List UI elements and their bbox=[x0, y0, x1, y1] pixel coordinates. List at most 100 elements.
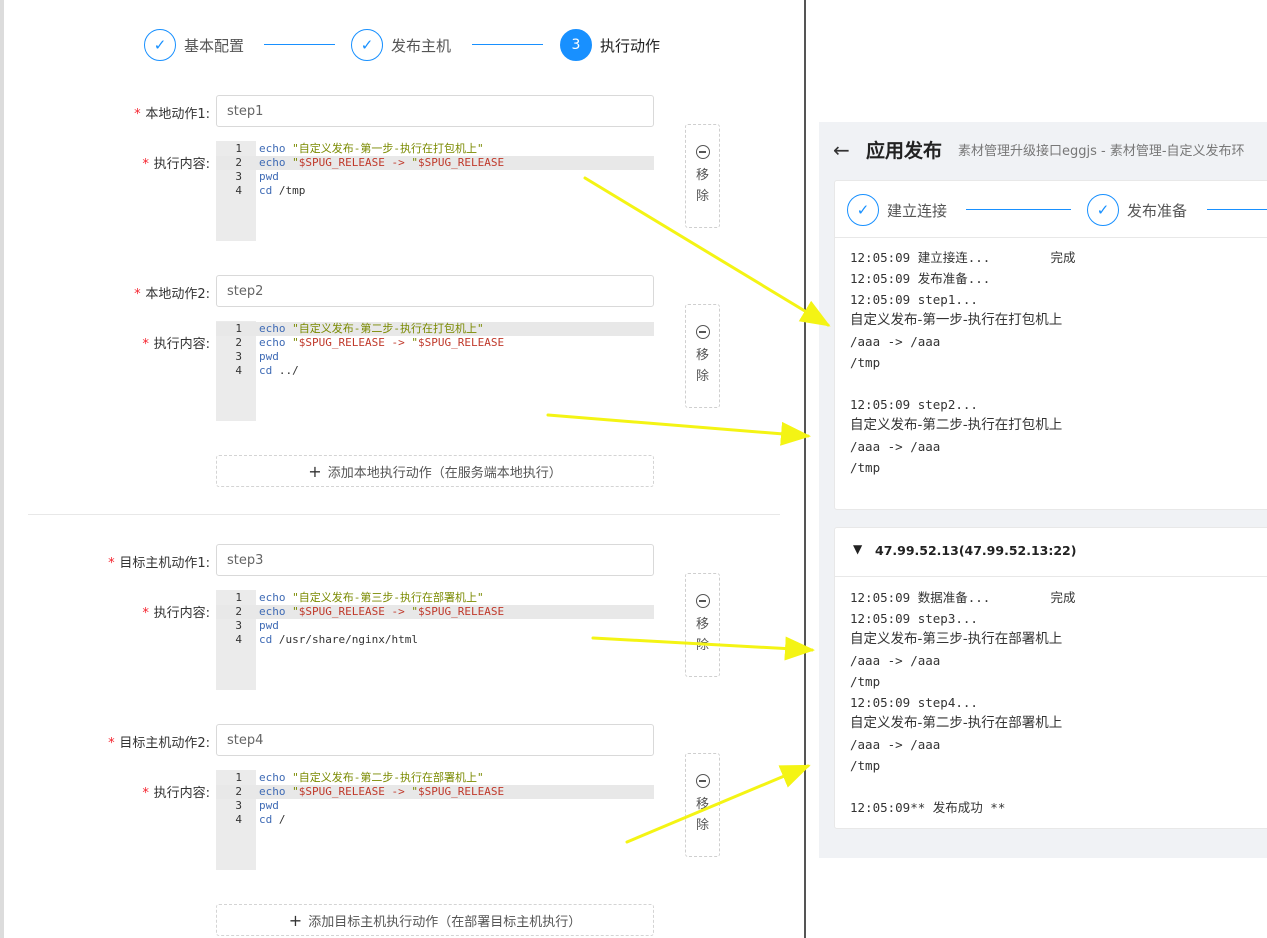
page-subtitle: 素材管理升级接口eggjs - 素材管理-自定义发布环 bbox=[958, 144, 1245, 159]
code-editor[interactable]: 1 echo "自定义发布-第二步-执行在打包机上" 2 echo "$SPUG_RE… bbox=[216, 321, 654, 421]
code-editor[interactable]: 1 echo "自定义发布-第三步-执行在部署机上" 2 echo "$SPUG_RE… bbox=[216, 590, 654, 690]
code-line: 1 echo "自定义发布-第二步-执行在部署机上" bbox=[216, 771, 654, 785]
step-title: 发布准备 bbox=[1127, 201, 1188, 220]
remove-label: 移除 bbox=[695, 617, 709, 653]
line-number: 3 bbox=[235, 170, 242, 183]
log-line: /aaa -> /aaa bbox=[850, 334, 941, 349]
minus-circle-icon bbox=[695, 325, 710, 339]
minus-circle-icon bbox=[695, 594, 710, 608]
log-line: /aaa -> /aaa bbox=[850, 737, 941, 752]
target-action-2-label: * 目标主机动作2: bbox=[107, 736, 210, 751]
check-icon: ✓ bbox=[144, 29, 176, 61]
log-line: 12:05:09 数据准备... 完成 bbox=[850, 590, 1076, 605]
line-number: 2 bbox=[235, 785, 242, 798]
back-arrow-icon[interactable]: ← bbox=[833, 138, 850, 162]
code-text: pwd bbox=[259, 170, 279, 183]
add-local-label: 添加本地执行动作（在服务端本地执行） bbox=[327, 465, 562, 481]
code-line: 3 pwd bbox=[216, 170, 654, 184]
log-line: 12:05:09** 发布成功 ** bbox=[850, 800, 1006, 815]
code-text: echo "$SPUG_RELEASE -> "$SPUG_RELEASE bbox=[259, 336, 505, 349]
remove-button[interactable]: 移除 bbox=[685, 304, 720, 408]
remove-button[interactable]: 移除 bbox=[685, 573, 720, 677]
add-target-action-button[interactable]: + 添加目标主机执行动作（在部署目标主机执行） bbox=[216, 904, 654, 936]
code-text: pwd bbox=[259, 350, 279, 363]
remove-button[interactable]: 移除 bbox=[685, 753, 720, 857]
local-log: 12:05:09 建立接连... 完成 12:05:09 发布准备... 12:05… bbox=[850, 247, 1076, 478]
step-publish-hosts: ✓ 发布主机 bbox=[351, 28, 451, 62]
plus-icon: + bbox=[288, 910, 303, 930]
code-text: cd /usr/share/nginx/html bbox=[259, 633, 418, 646]
line-number: 1 bbox=[235, 142, 242, 155]
local-action-1-input[interactable]: step1 bbox=[216, 95, 654, 127]
host-title[interactable]: 47.99.52.13(47.99.52.13:22) bbox=[875, 543, 1076, 558]
card-divider bbox=[835, 237, 1267, 238]
code-editor[interactable]: 1 echo "自定义发布-第一步-执行在打包机上" 2 echo "$SPUG_RE… bbox=[216, 141, 654, 241]
code-text: echo "自定义发布-第一步-执行在打包机上" bbox=[259, 142, 484, 155]
log-line: /tmp bbox=[850, 674, 881, 689]
line-number: 4 bbox=[235, 184, 242, 197]
log-line: 12:05:09 step4... bbox=[850, 695, 978, 710]
code-editor[interactable]: 1 echo "自定义发布-第二步-执行在部署机上" 2 echo "$SPUG_RE… bbox=[216, 770, 654, 870]
code-line: 1 echo "自定义发布-第二步-执行在打包机上" bbox=[216, 322, 654, 336]
remove-label: 移除 bbox=[695, 797, 709, 833]
code-line: 2 echo "$SPUG_RELEASE -> "$SPUG_RELEASE bbox=[216, 336, 654, 350]
local-action-1-content-label: * 执行内容: bbox=[141, 157, 210, 172]
local-action-2-content-label: * 执行内容: bbox=[141, 337, 210, 352]
code-text: echo "$SPUG_RELEASE -> "$SPUG_RELEASE bbox=[259, 605, 505, 618]
log-line: /tmp bbox=[850, 460, 881, 475]
code-line: 3 pwd bbox=[216, 799, 654, 813]
code-text: pwd bbox=[259, 619, 279, 632]
code-line: 1 echo "自定义发布-第三步-执行在部署机上" bbox=[216, 591, 654, 605]
code-line: 2 echo "$SPUG_RELEASE -> "$SPUG_RELEASE bbox=[216, 156, 654, 170]
check-icon: ✓ bbox=[1087, 194, 1119, 226]
target-action-2-content-label: * 执行内容: bbox=[141, 786, 210, 801]
step-title: 基本配置 bbox=[184, 36, 245, 55]
line-number: 4 bbox=[235, 633, 242, 646]
code-line: 2 echo "$SPUG_RELEASE -> "$SPUG_RELEASE bbox=[216, 785, 654, 799]
minus-circle-icon bbox=[695, 774, 710, 788]
code-line: 1 echo "自定义发布-第一步-执行在打包机上" bbox=[216, 142, 654, 156]
check-icon: ✓ bbox=[351, 29, 383, 61]
code-line: 3 pwd bbox=[216, 619, 654, 633]
code-text: echo "自定义发布-第二步-执行在部署机上" bbox=[259, 771, 484, 784]
log-line: 自定义发布-第二步-执行在部署机上 bbox=[850, 715, 1063, 731]
code-text: echo "$SPUG_RELEASE -> "$SPUG_RELEASE bbox=[259, 156, 505, 169]
line-number: 1 bbox=[235, 322, 242, 335]
log-line: /aaa -> /aaa bbox=[850, 439, 941, 454]
step-basic-config: ✓ 基本配置 bbox=[144, 28, 244, 62]
add-local-action-button[interactable]: + 添加本地执行动作（在服务端本地执行） bbox=[216, 455, 654, 487]
remove-button[interactable]: 移除 bbox=[685, 124, 720, 228]
section-divider bbox=[28, 514, 780, 515]
target-action-1-input[interactable]: step3 bbox=[216, 544, 654, 576]
log-line: 12:05:09 step1... bbox=[850, 292, 978, 307]
target-action-1-content-label: * 执行内容: bbox=[141, 606, 210, 621]
log-line: /tmp bbox=[850, 758, 881, 773]
step-number: 3 bbox=[560, 29, 592, 61]
log-line: /tmp bbox=[850, 355, 881, 370]
target-action-2-input[interactable]: step4 bbox=[216, 724, 654, 756]
host-log-card: ▼ 47.99.52.13(47.99.52.13:22) 12:05:09 数… bbox=[834, 527, 1267, 829]
local-action-2-input[interactable]: step2 bbox=[216, 275, 654, 307]
code-line: 4 cd /tmp bbox=[216, 184, 654, 198]
left-edge bbox=[0, 0, 4, 938]
page-title: 应用发布 bbox=[866, 140, 943, 162]
caret-down-icon[interactable]: ▼ bbox=[853, 542, 862, 556]
log-line: 12:05:09 发布准备... bbox=[850, 271, 991, 286]
remove-label: 移除 bbox=[695, 348, 709, 384]
log-line: 12:05:09 建立接连... 完成 bbox=[850, 250, 1076, 265]
code-line: 4 cd /usr/share/nginx/html bbox=[216, 633, 654, 647]
line-number: 4 bbox=[235, 364, 242, 377]
code-text: cd / bbox=[259, 813, 286, 826]
check-icon: ✓ bbox=[847, 194, 879, 226]
local-action-2-label: * 本地动作2: bbox=[133, 287, 210, 302]
line-number: 3 bbox=[235, 350, 242, 363]
line-number: 1 bbox=[235, 591, 242, 604]
step-connector bbox=[1207, 209, 1267, 210]
card-divider bbox=[835, 576, 1267, 577]
line-number: 3 bbox=[235, 799, 242, 812]
line-number: 2 bbox=[235, 336, 242, 349]
host-log: 12:05:09 数据准备... 完成 12:05:09 step3... 自定义发… bbox=[850, 587, 1076, 818]
step-connector bbox=[264, 44, 335, 45]
line-number: 3 bbox=[235, 619, 242, 632]
log-line: 自定义发布-第二步-执行在打包机上 bbox=[850, 417, 1063, 433]
